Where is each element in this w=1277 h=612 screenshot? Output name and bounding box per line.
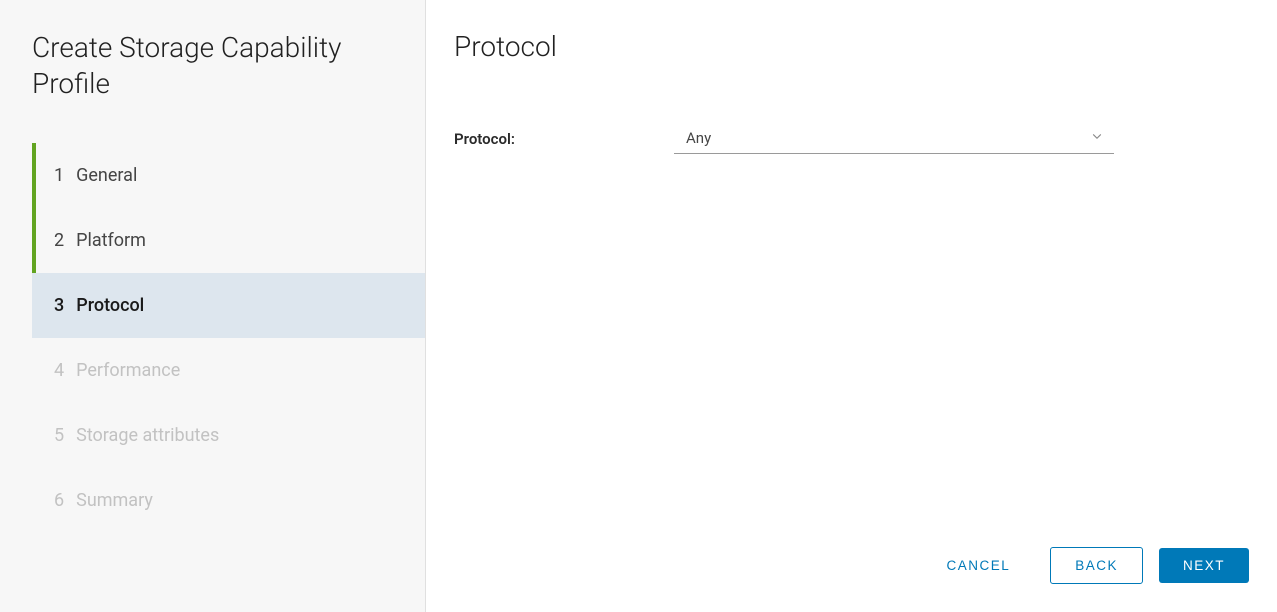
back-button[interactable]: BACK	[1050, 547, 1143, 584]
cancel-button[interactable]: CANCEL	[922, 548, 1034, 583]
step-number: 5	[54, 425, 64, 446]
wizard-sidebar: Create Storage Capability Profile 1 Gene…	[0, 0, 426, 612]
step-label: General	[76, 165, 137, 186]
step-label: Protocol	[76, 295, 144, 316]
step-label: Summary	[76, 490, 153, 511]
step-number: 1	[54, 165, 64, 186]
wizard-step-storage-attributes[interactable]: 5 Storage attributes	[32, 403, 425, 468]
step-label: Platform	[76, 230, 146, 251]
wizard-steps: 1 General 2 Platform 3 Protocol 4 Perfor…	[32, 143, 425, 533]
protocol-label: Protocol:	[454, 130, 674, 148]
protocol-select-value: Any	[674, 123, 1114, 153]
wizard-step-general[interactable]: 1 General	[32, 143, 425, 208]
wizard-footer: CANCEL BACK NEXT	[454, 547, 1249, 584]
protocol-row: Protocol: Any	[454, 123, 1249, 154]
next-button[interactable]: NEXT	[1159, 548, 1249, 583]
protocol-select[interactable]: Any	[674, 123, 1114, 154]
step-label: Performance	[76, 360, 180, 381]
step-number: 4	[54, 360, 64, 381]
main-content: Protocol Protocol: Any CANCEL BACK NEXT	[426, 0, 1277, 612]
wizard-step-summary[interactable]: 6 Summary	[32, 468, 425, 533]
page-title: Protocol	[454, 30, 1249, 63]
wizard-step-protocol[interactable]: 3 Protocol	[32, 273, 425, 338]
wizard-title: Create Storage Capability Profile	[32, 30, 425, 103]
step-number: 2	[54, 230, 64, 251]
wizard-step-performance[interactable]: 4 Performance	[32, 338, 425, 403]
step-label: Storage attributes	[76, 425, 219, 446]
step-number: 3	[54, 295, 64, 316]
wizard-step-platform[interactable]: 2 Platform	[32, 208, 425, 273]
step-number: 6	[54, 490, 64, 511]
